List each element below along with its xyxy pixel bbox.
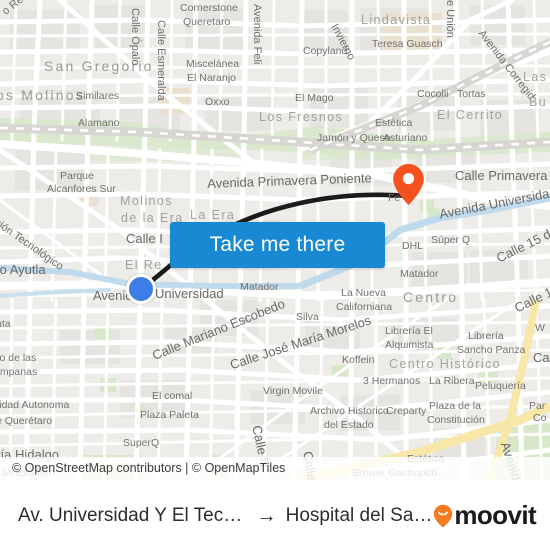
arrow-right-icon: → [256, 504, 277, 527]
moovit-wordmark: moovit [454, 500, 536, 530]
destination-pin[interactable] [392, 163, 425, 206]
moovit-trip-screen: San Gregorio o Real os Molinos Similares Ala… [0, 0, 550, 550]
moovit-logo[interactable]: moovit [433, 500, 537, 531]
trip-destination-label: Hospital del Sagra… [285, 504, 434, 526]
trip-endpoints: Av. Universidad Y El Tecnolog… → Hospita… [18, 505, 433, 527]
map-attribution[interactable]: © OpenStreetMap contributors | © OpenMap… [0, 457, 550, 480]
trip-summary-bar: Av. Universidad Y El Tecnolog… → Hospita… [0, 480, 550, 550]
trip-origin-label: Av. Universidad Y El Tecnolog… [18, 504, 248, 526]
take-me-there-button[interactable]: Take me there [170, 222, 385, 268]
origin-location-dot[interactable] [126, 274, 156, 304]
map-canvas[interactable]: San Gregorio o Real os Molinos Similares Ala… [0, 0, 550, 480]
moovit-pin-smile-icon [433, 504, 453, 528]
